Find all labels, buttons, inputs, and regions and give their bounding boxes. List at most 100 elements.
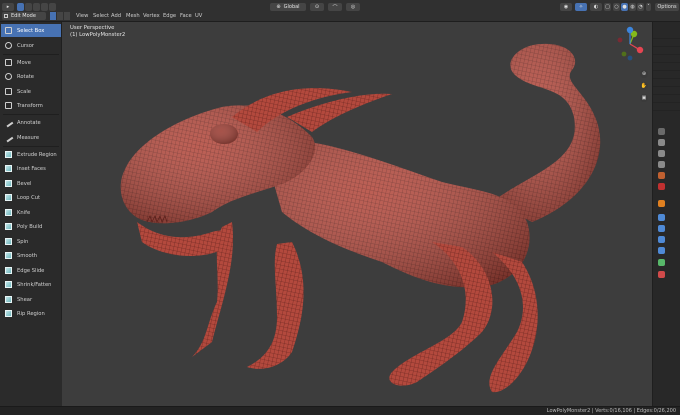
outliner-row[interactable] (653, 88, 680, 95)
gizmo-z-axis (626, 26, 634, 34)
viewport-info: User Perspective (1) LowPolyMonster2 (70, 25, 125, 39)
menu-edge[interactable]: Edge (163, 12, 176, 21)
cursor-icon (5, 42, 12, 49)
tool-smooth[interactable]: Smooth (1, 249, 61, 262)
tool-edge-slide[interactable]: Edge Slide (1, 264, 61, 277)
navigation-gizmo[interactable] (610, 24, 650, 64)
tool-rip-region[interactable]: Rip Region (1, 307, 61, 320)
select-mode-new[interactable] (17, 3, 24, 11)
extrude-icon (5, 151, 12, 158)
tool-label: Loop Cut (17, 194, 41, 201)
tool-transform[interactable]: Transform (1, 99, 61, 112)
tool-label: Knife (17, 209, 31, 216)
tool-measure[interactable]: Measure (1, 131, 61, 144)
scene-statistics: LowPolyMonster2 | Verts:0/16,106 | Edges… (546, 408, 676, 414)
select-mode-subtract[interactable] (33, 3, 40, 11)
output-properties-icon[interactable] (658, 150, 665, 157)
menu-vertex[interactable]: Vertex (143, 12, 160, 21)
menu-mesh[interactable]: Mesh (126, 12, 140, 21)
data-properties-icon[interactable] (658, 259, 665, 266)
particles-icon[interactable] (658, 225, 665, 232)
outliner-row[interactable] (653, 104, 680, 111)
constraints-icon[interactable] (658, 247, 665, 254)
overlays-toggle[interactable]: ◐ (590, 3, 602, 11)
3d-viewport[interactable] (62, 22, 652, 406)
orientation-select[interactable]: ⊕ Global (270, 3, 306, 11)
tool-knife[interactable]: Knife (1, 206, 61, 219)
render-properties-icon[interactable] (658, 139, 665, 146)
menu-face[interactable]: Face (180, 12, 192, 21)
snap-button[interactable]: ⌒ (328, 3, 342, 11)
tool-spin[interactable]: Spin (1, 235, 61, 248)
select-mode-extend[interactable] (25, 3, 32, 11)
tool-inset-faces[interactable]: Inset Faces (1, 162, 61, 175)
shading-rendered[interactable]: ◔ (637, 3, 644, 11)
tool-label: Extrude Region (17, 151, 57, 158)
tool-label: Poly Build (17, 223, 43, 230)
tool-select-box[interactable]: Select Box (1, 24, 61, 37)
outliner-row[interactable] (653, 80, 680, 87)
outliner-row[interactable] (653, 56, 680, 63)
tool-shrink-fatten[interactable]: Shrink/Fatten (1, 278, 61, 291)
tool-poly-build[interactable]: Poly Build (1, 220, 61, 233)
shading-solid[interactable]: ● (621, 3, 628, 11)
shading-options[interactable]: ˅ (646, 3, 651, 11)
inset-icon (5, 165, 12, 172)
object-properties-icon[interactable] (658, 200, 665, 207)
measure-icon (3, 132, 14, 143)
outliner-row[interactable] (653, 64, 680, 71)
outliner-row[interactable] (653, 40, 680, 47)
select-mode-invert[interactable] (41, 3, 48, 11)
material-properties-icon[interactable] (658, 271, 665, 278)
pivot-point-button[interactable]: ⊙ (310, 3, 324, 11)
options-button[interactable]: Options (655, 3, 679, 11)
tool-annotate[interactable]: Annotate (1, 116, 61, 129)
camera-view-button[interactable]: ▣ (640, 94, 648, 102)
tool-extrude-region[interactable]: Extrude Region (1, 148, 61, 161)
menu-view[interactable]: View (76, 12, 88, 21)
outliner-row[interactable] (653, 72, 680, 79)
camera-icon: ▣ (641, 95, 647, 101)
shading-material[interactable]: ◍ (629, 3, 636, 11)
modifier-properties-icon[interactable] (658, 214, 665, 221)
outliner-row[interactable] (653, 32, 680, 39)
tool-scale[interactable]: Scale (1, 85, 61, 98)
options-label: Options (657, 4, 677, 10)
xray-toggle[interactable]: ▢ (604, 3, 611, 11)
arrow-cursor-icon: ▸ (6, 4, 10, 10)
view-layer-icon[interactable] (658, 161, 665, 168)
physics-icon[interactable] (658, 236, 665, 243)
tool-cursor[interactable]: Cursor (1, 39, 61, 52)
separator (3, 146, 59, 147)
gizmo-toggle[interactable]: ✧ (575, 3, 587, 11)
tool-bevel[interactable]: Bevel (1, 177, 61, 190)
tool-move[interactable]: Move (1, 56, 61, 69)
world-properties-icon[interactable] (658, 183, 665, 190)
outliner-row[interactable] (653, 48, 680, 55)
tool-properties-icon[interactable] (658, 128, 665, 135)
bevel-icon (5, 180, 12, 187)
annotate-icon (3, 117, 14, 128)
tool-shear[interactable]: Shear (1, 293, 61, 306)
zoom-button[interactable]: ⊕ (640, 70, 648, 78)
menu-uv[interactable]: UV (195, 12, 202, 21)
select-mode-intersect[interactable] (49, 3, 56, 11)
rip-region-icon (5, 310, 12, 317)
viewport-header: ▸ ⊕ Global ⊙ ⌒ ◎ ◉ ✧ ◐ ▢ ○ ● ◍ ◔ ˅ Optio… (0, 0, 680, 22)
view-object-types-button[interactable]: ◉ (560, 3, 572, 11)
spin-icon (5, 238, 12, 245)
tool-rotate[interactable]: Rotate (1, 70, 61, 83)
tool-label: Shear (17, 296, 33, 303)
tool-loop-cut[interactable]: Loop Cut (1, 191, 61, 204)
hand-icon: ✋ (640, 83, 648, 89)
shrink-fatten-icon (5, 281, 12, 288)
outliner-row[interactable] (653, 96, 680, 103)
scene-properties-icon[interactable] (658, 172, 665, 179)
pan-button[interactable]: ✋ (640, 82, 648, 90)
menu-select[interactable]: Select (93, 12, 109, 21)
proportional-edit-button[interactable]: ◎ (346, 3, 360, 11)
shading-wireframe[interactable]: ○ (613, 3, 620, 11)
properties-strip (652, 22, 680, 406)
active-tool-button[interactable]: ▸ (2, 3, 14, 11)
menu-add[interactable]: Add (111, 12, 121, 21)
